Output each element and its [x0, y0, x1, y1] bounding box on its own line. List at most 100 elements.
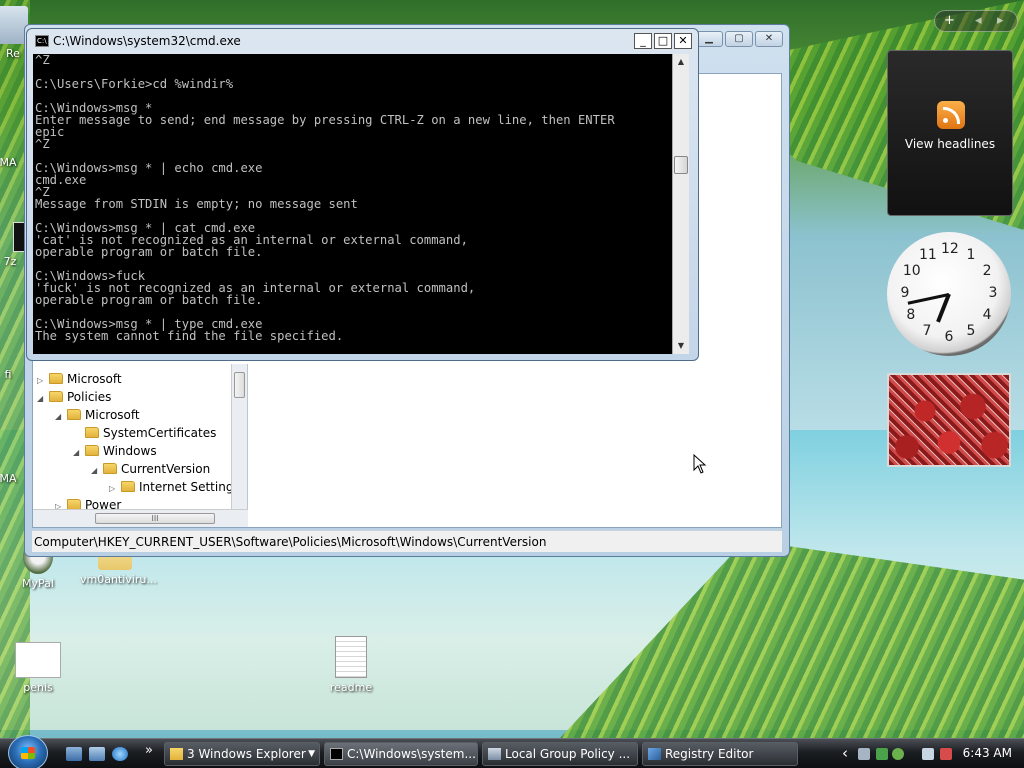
- add-gadget-button[interactable]: +: [944, 13, 955, 28]
- tree-item-windows[interactable]: ◢ Windows: [73, 442, 157, 460]
- tree-item-label: Internet Settings: [139, 480, 240, 494]
- cmd-window[interactable]: C:\ C:\Windows\system32\cmd.exe _ □ ✕ ^Z…: [26, 28, 699, 361]
- taskbar-button-label: C:\Windows\system...: [347, 747, 476, 761]
- tree-item-label: Windows: [103, 444, 157, 458]
- start-button[interactable]: [8, 735, 48, 768]
- console-line: C:\Users\Forkie>cd %windir%: [35, 77, 234, 91]
- taskbar-button-registry-editor[interactable]: Registry Editor: [642, 742, 798, 766]
- close-button[interactable]: ✕: [755, 31, 783, 47]
- tree-horizontal-scrollbar[interactable]: III: [33, 509, 248, 527]
- tree-item-microsoft[interactable]: ▷ Microsoft: [37, 370, 122, 388]
- prev-gadget-button[interactable]: ◂: [975, 13, 982, 28]
- registry-window-controls: ▁ ▢ ✕: [695, 31, 783, 47]
- folder-icon: [170, 748, 183, 760]
- tree-vertical-scrollbar[interactable]: [231, 364, 247, 509]
- feed-headlines-gadget[interactable]: View headlines: [887, 50, 1013, 216]
- sidebar-controls: + ◂ ▸: [934, 10, 1018, 32]
- folder-icon: [85, 445, 99, 456]
- taskbar: » 3 Windows Explorer ▼ C:\Windows\system…: [0, 735, 1024, 768]
- clock-number: 2: [982, 263, 992, 279]
- tree-item-internet-settings[interactable]: ▷ Internet Settings: [109, 478, 240, 496]
- taskbar-button-label: Local Group Policy ...: [505, 747, 631, 761]
- minimize-button[interactable]: _: [634, 33, 652, 49]
- clock-number: 9: [900, 285, 910, 301]
- folder-icon: [121, 481, 135, 492]
- desktop-icon-label: MyPal: [22, 577, 54, 590]
- tree-item-label: SystemCertificates: [103, 426, 217, 440]
- cmd-app-icon: [330, 748, 343, 760]
- volume-muted-icon[interactable]: [940, 748, 952, 760]
- tree-item-policies[interactable]: ◢ Policies: [37, 388, 111, 406]
- registry-editor-icon: [648, 748, 661, 760]
- network-connection-icon[interactable]: [922, 748, 934, 760]
- security-center-icon[interactable]: [876, 748, 888, 760]
- cmd-vertical-scrollbar[interactable]: ▲ ▼: [672, 54, 689, 354]
- tray-expand-button[interactable]: ‹: [842, 744, 848, 762]
- clock-number: 12: [941, 241, 959, 257]
- quicklaunch-more-button[interactable]: »: [145, 743, 153, 758]
- clock-number: 11: [919, 246, 937, 263]
- cmd-console-output[interactable]: ^Z C:\Users\Forkie>cd %windir% C:\Windows>…: [33, 54, 672, 354]
- console-line: Message from STDIN is empty; no message …: [35, 197, 358, 211]
- scrollbar-thumb[interactable]: [234, 372, 245, 398]
- desktop-icon-label: penis: [23, 681, 53, 694]
- tray-clock[interactable]: 6:43 AM: [963, 746, 1012, 760]
- clock-number: 4: [982, 307, 992, 323]
- folder-icon: [49, 391, 63, 402]
- cmd-window-controls: _ □ ✕: [634, 33, 692, 49]
- clock-number: 8: [906, 307, 916, 323]
- text-file-icon: [335, 636, 367, 678]
- next-gadget-button[interactable]: ▸: [997, 13, 1004, 28]
- switch-windows-icon[interactable]: [89, 747, 105, 761]
- folder-icon: [49, 373, 63, 384]
- collapse-icon[interactable]: ◢: [55, 408, 63, 426]
- desktop-icon-readme[interactable]: readme: [316, 636, 386, 694]
- taskbar-button-cmd[interactable]: C:\Windows\system...: [324, 742, 478, 766]
- taskbar-button-label: 3 Windows Explorer: [187, 747, 306, 761]
- registry-tree[interactable]: ▷ Microsoft ◢ Policies ◢ Microsoft SystemCe…: [33, 364, 248, 527]
- console-line: operable program or batch file.: [35, 245, 263, 259]
- tree-item-systemcertificates[interactable]: SystemCertificates: [73, 424, 216, 442]
- tree-item-currentversion[interactable]: ◢ CurrentVersion: [91, 460, 210, 478]
- close-button[interactable]: ✕: [674, 33, 692, 49]
- chevron-down-icon[interactable]: ▼: [308, 743, 315, 765]
- console-line: ^Z: [35, 54, 50, 67]
- show-desktop-icon[interactable]: [66, 747, 82, 761]
- network-icon[interactable]: [858, 748, 870, 760]
- tree-item-label: Policies: [67, 390, 112, 404]
- tree-item-label: Microsoft: [85, 408, 140, 422]
- document-thumbnail-icon: [15, 642, 61, 678]
- desktop-icon-penis[interactable]: penis: [3, 642, 73, 694]
- messenger-icon[interactable]: [892, 748, 904, 760]
- cmd-title: C:\Windows\system32\cmd.exe: [53, 34, 241, 48]
- taskbar-button-explorer[interactable]: 3 Windows Explorer ▼: [164, 742, 320, 766]
- tree-item-policies-microsoft[interactable]: ◢ Microsoft: [55, 406, 140, 424]
- internet-explorer-icon[interactable]: [112, 747, 128, 761]
- slideshow-gadget[interactable]: [887, 373, 1011, 467]
- minimize-button[interactable]: ▁: [695, 31, 723, 47]
- desktop-icon-label: readme: [329, 681, 373, 694]
- scroll-up-arrow-icon[interactable]: ▲: [673, 54, 689, 70]
- collapse-icon[interactable]: ◢: [73, 444, 81, 462]
- clock-number: 1: [966, 246, 976, 263]
- scrollbar-thumb[interactable]: [674, 156, 688, 174]
- collapse-icon[interactable]: ◢: [37, 390, 45, 408]
- scroll-down-arrow-icon[interactable]: ▼: [673, 338, 689, 354]
- collapse-icon[interactable]: ◢: [91, 462, 99, 480]
- tree-item-label: CurrentVersion: [121, 462, 211, 476]
- mouse-cursor-icon: [693, 454, 707, 474]
- taskbar-button-label: Registry Editor: [665, 747, 754, 761]
- maximize-button[interactable]: □: [654, 33, 672, 49]
- cmd-title-bar[interactable]: C:\ C:\Windows\system32\cmd.exe: [35, 34, 241, 48]
- console-line: The system cannot find the file specifie…: [35, 329, 344, 343]
- scrollbar-thumb[interactable]: III: [95, 513, 215, 524]
- folder-icon: [85, 427, 99, 438]
- clock-gadget[interactable]: 12 1 2 3 4 5 6 7 8 9 10 11: [887, 232, 1011, 356]
- taskbar-button-group-policy[interactable]: Local Group Policy ...: [482, 742, 638, 766]
- maximize-button[interactable]: ▢: [725, 31, 753, 47]
- system-tray: ‹ 6:43 AM: [838, 739, 1024, 768]
- cmd-app-icon: C:\: [35, 35, 49, 47]
- view-headlines-link[interactable]: View headlines: [888, 137, 1012, 151]
- clock-number: 10: [902, 263, 921, 279]
- clock-number: 5: [966, 323, 976, 340]
